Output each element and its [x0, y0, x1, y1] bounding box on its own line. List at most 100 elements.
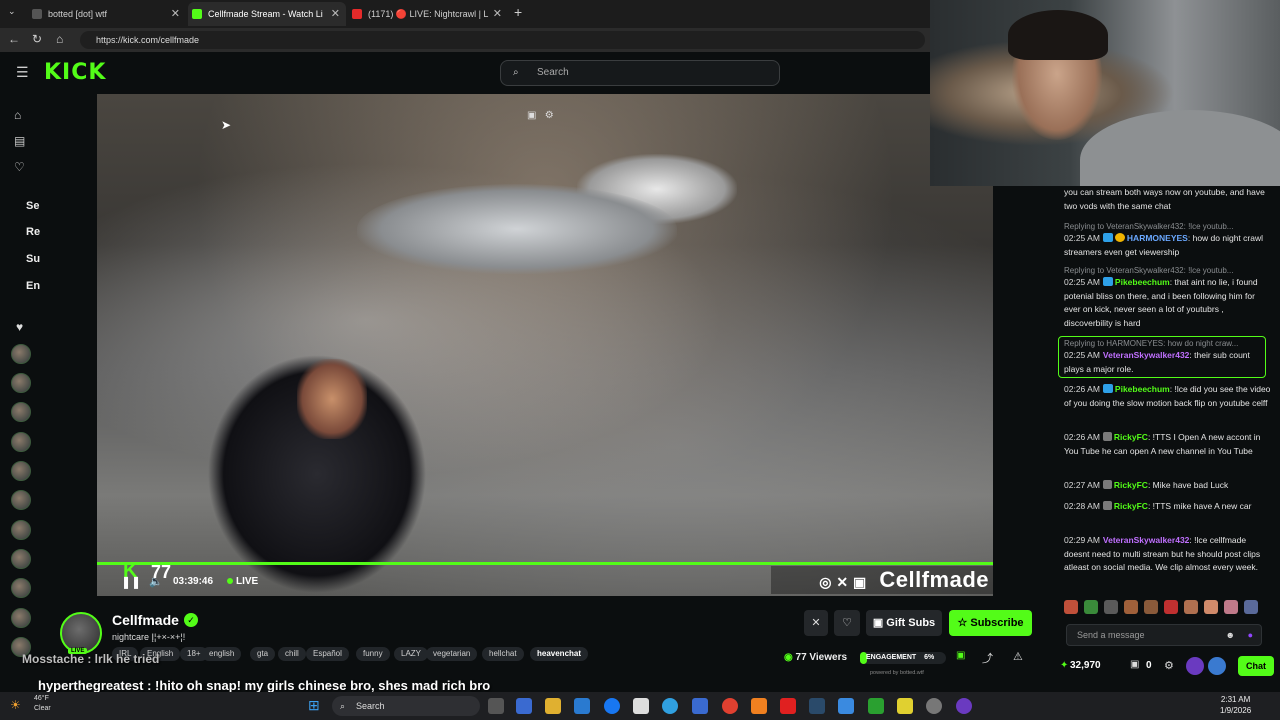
report-warning-icon[interactable]: ⚠ — [1013, 650, 1023, 663]
tab-list-icon[interactable]: ⌄ — [8, 6, 16, 17]
browser-tab-active[interactable]: Cellfmade Stream - Watch Li ✕ — [188, 2, 346, 26]
obs-icon[interactable] — [926, 698, 942, 714]
chat-username[interactable]: VeteranSkywalker432 — [1103, 350, 1189, 360]
chat-username[interactable]: Pikebeechum — [1115, 277, 1170, 287]
share-icon[interactable]: ⤴ — [982, 650, 993, 666]
url-field[interactable]: https://kick.com/cellfmade — [80, 31, 925, 49]
file-explorer-icon[interactable] — [545, 698, 561, 714]
stream-tag[interactable]: LAZY — [394, 647, 429, 661]
emote-icon[interactable] — [1184, 600, 1198, 614]
chrome-icon[interactable] — [722, 698, 738, 714]
stream-tag[interactable]: gta — [250, 647, 276, 661]
emote-icon[interactable] — [1064, 600, 1078, 614]
followed-channel-avatar[interactable] — [11, 608, 31, 628]
facebook-icon[interactable] — [604, 698, 620, 714]
stream-tag[interactable]: hellchat — [482, 647, 524, 661]
clip-icon[interactable]: ▣ — [956, 650, 965, 661]
browser-tab[interactable]: (1171) 🔴 LIVE: Nightcrawl | L ✕ — [348, 2, 508, 26]
followed-channel-avatar[interactable] — [11, 549, 31, 569]
emote-icon[interactable] — [1084, 600, 1098, 614]
chat-username[interactable]: Pikebeechum — [1115, 384, 1170, 394]
search-input[interactable]: ⌕ Search — [500, 60, 780, 86]
followed-channel-avatar[interactable] — [11, 432, 31, 452]
home-icon[interactable]: ⌂ — [14, 108, 21, 122]
volume-icon[interactable]: 🔈 — [149, 575, 163, 588]
copilot-icon[interactable] — [516, 698, 532, 714]
stream-tag[interactable]: Español — [306, 647, 349, 661]
store-icon[interactable] — [574, 698, 590, 714]
channel-points[interactable]: 32,970 — [1070, 660, 1101, 671]
send-chat-button[interactable]: Chat — [1238, 656, 1274, 676]
redeem-icon[interactable]: ▣ — [1130, 659, 1139, 670]
stream-tag[interactable]: english — [202, 647, 242, 661]
settings-gear-icon[interactable]: ⚙ — [1164, 659, 1174, 672]
chat-username[interactable]: RickyFC — [1114, 501, 1148, 511]
task-view-icon[interactable] — [488, 698, 504, 714]
subscribe-button[interactable]: ☆ Subscribe — [949, 610, 1032, 636]
7tv-extension-icon[interactable] — [1186, 657, 1204, 675]
steam-icon[interactable] — [809, 698, 825, 714]
system-clock[interactable]: 2:31 AM 1/9/2026 — [1220, 694, 1251, 716]
emote-icon[interactable] — [1144, 600, 1158, 614]
emote-icon[interactable] — [1244, 600, 1258, 614]
emote-icon[interactable] — [1104, 600, 1118, 614]
emote-icon[interactable] — [1224, 600, 1238, 614]
followed-channel-avatar[interactable] — [11, 344, 31, 364]
emote-icon[interactable] — [1204, 600, 1218, 614]
app-icon[interactable] — [838, 698, 854, 714]
followed-channel-avatar[interactable] — [11, 461, 31, 481]
emote-icon[interactable] — [1164, 600, 1178, 614]
gif-extension-icon[interactable] — [1208, 657, 1226, 675]
windows-start-icon[interactable]: ⊞ — [308, 697, 320, 714]
close-tab-icon[interactable]: ✕ — [493, 2, 502, 26]
emote-icon[interactable] — [1124, 600, 1138, 614]
followed-channel-avatar[interactable] — [11, 490, 31, 510]
stream-tag[interactable]: funny — [356, 647, 390, 661]
followed-channel-avatar[interactable] — [11, 578, 31, 598]
taskbar-search[interactable]: ⌕ Search — [332, 696, 480, 716]
browse-icon[interactable]: ▤ — [14, 134, 25, 148]
sidebar-section-label[interactable]: En — [26, 280, 40, 292]
new-tab-icon[interactable]: + — [514, 4, 522, 20]
sidebar-section-label[interactable]: Re — [26, 226, 40, 238]
followed-channel-avatar[interactable] — [11, 520, 31, 540]
sidebar-section-label[interactable]: Se — [26, 200, 39, 212]
stream-tag[interactable]: chill — [278, 647, 306, 661]
chat-username[interactable]: HARMONEYES — [1127, 233, 1188, 243]
calculator-icon[interactable] — [692, 698, 708, 714]
browser-tab[interactable]: botted [dot] wtf ✕ — [28, 2, 186, 26]
sticker-icon[interactable]: ● — [1248, 625, 1253, 645]
close-tab-icon[interactable]: ✕ — [171, 2, 180, 26]
youtube-icon[interactable] — [780, 698, 796, 714]
video-player[interactable]: ▣ ⚙ ➤ K 77 ❚❚ 🔈 03:39:46 LIVE ◎ ✕ ▣ Cell… — [97, 94, 993, 596]
reload-icon[interactable]: ↻ — [32, 32, 42, 46]
notes-icon[interactable] — [897, 698, 913, 714]
menu-icon[interactable]: ☰ — [16, 64, 29, 81]
video-progress-bar[interactable] — [97, 562, 993, 565]
video-top-controls-icon[interactable]: ▣ ⚙ — [527, 110, 554, 121]
home-icon[interactable]: ⌂ — [56, 32, 63, 46]
chat-username[interactable]: RickyFC — [1114, 480, 1148, 490]
following-icon[interactable]: ♡ — [14, 160, 25, 174]
kick-logo[interactable]: KICK — [44, 60, 106, 85]
followed-channel-avatar[interactable] — [11, 373, 31, 393]
gift-subs-button[interactable]: ▣ Gift Subs — [866, 610, 942, 636]
notifications-off-icon[interactable]: ✕ — [804, 610, 828, 636]
vlc-icon[interactable] — [751, 698, 767, 714]
chat-username[interactable]: VeteranSkywalker432 — [1103, 535, 1189, 545]
amazon-icon[interactable] — [633, 698, 649, 714]
app-icon[interactable] — [956, 698, 972, 714]
weather-widget[interactable]: 46°F Clear — [34, 694, 51, 714]
emoji-picker-icon[interactable]: ☻ — [1226, 625, 1235, 645]
follow-heart-icon[interactable]: ♡ — [834, 610, 860, 636]
channel-name[interactable]: Cellfmade — [112, 612, 179, 628]
close-tab-icon[interactable]: ✕ — [331, 2, 340, 26]
sidebar-section-label[interactable]: Su — [26, 253, 40, 265]
chat-message-input[interactable]: Send a message ☻ ● — [1066, 624, 1262, 646]
followed-channel-avatar[interactable] — [11, 402, 31, 422]
chat-username[interactable]: RickyFC — [1114, 432, 1148, 442]
stream-tag[interactable]: heavenchat — [530, 647, 589, 661]
stream-tag[interactable]: vegetarian — [426, 647, 478, 661]
xbox-icon[interactable] — [868, 698, 884, 714]
edge-icon[interactable] — [662, 698, 678, 714]
